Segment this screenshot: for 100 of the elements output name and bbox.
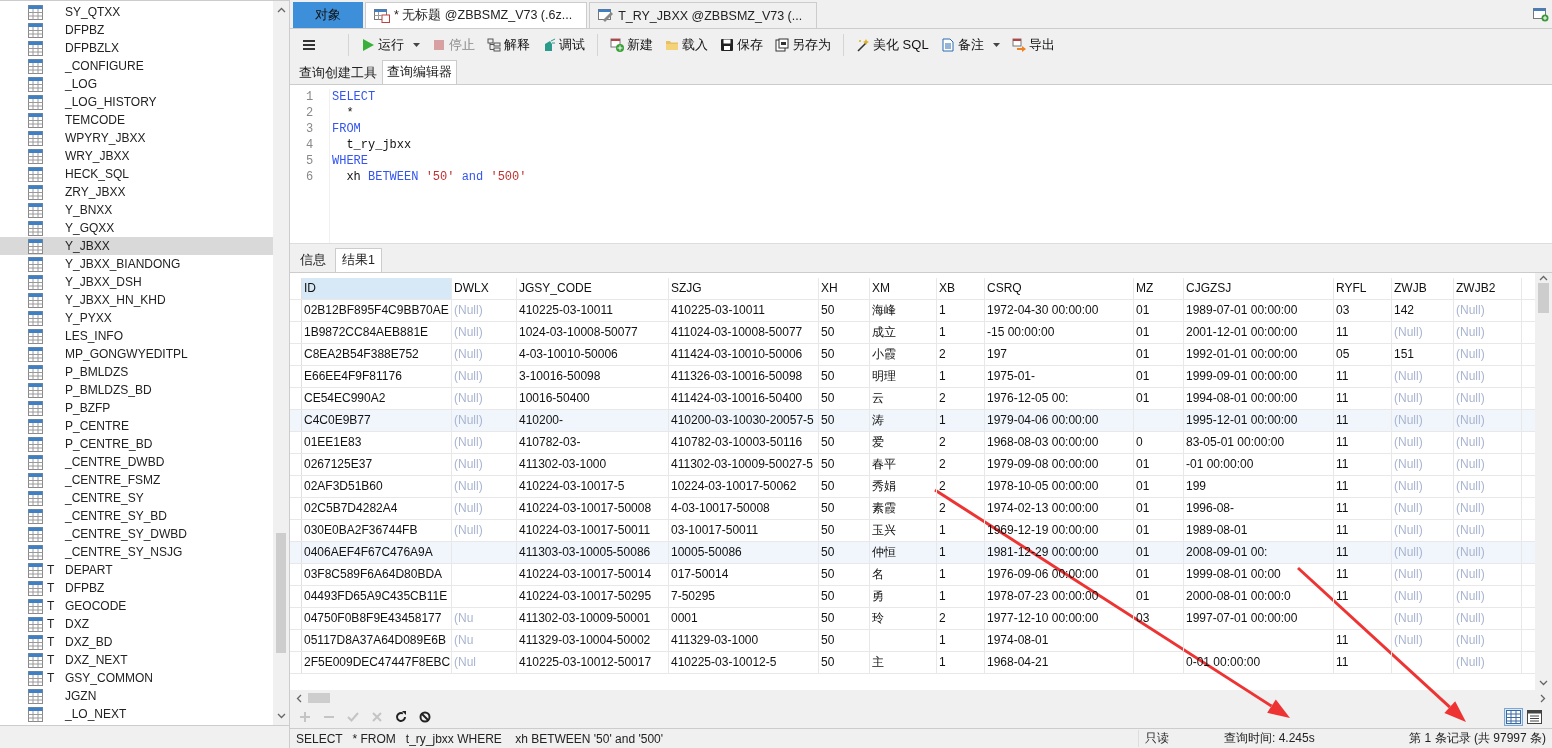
toolbar-button[interactable]: 调试	[540, 34, 587, 56]
table-cell: 11	[1334, 630, 1392, 651]
table-row[interactable]: 04493FD65A9C435CB11E 410224-03-10017-50295 7-50295 50 勇 1 1978-07-23 00:00:00 01 2000-08-01 00:00:0 11 (Null) (Null)	[290, 586, 1535, 608]
table-row[interactable]: 0267125E37 (Null) 411302-03-1000 411302-03-10009-50027-5 50 春平 2 1979-09-08 00:00:00 01 -01 00:00:00 11 (Null) (Null)	[290, 454, 1535, 476]
toolbar-button[interactable]: 美化 SQL	[854, 34, 931, 56]
tree-item[interactable]: P_BMLDZS_BD	[0, 381, 273, 399]
column-header[interactable]: XM	[870, 278, 937, 299]
editor-tab[interactable]: * 无标题 @ZBBSMZ_V73 (.6z...	[365, 2, 588, 28]
tree-item[interactable]: T GSY_COMMON	[0, 669, 273, 687]
table-cell: 1995-12-01 00:00:00	[1184, 410, 1334, 431]
tree-item[interactable]: Y_PYXX	[0, 309, 273, 327]
tree-item[interactable]: Y_BNXX	[0, 201, 273, 219]
table-row[interactable]: C4C0E9B77 (Null) 410200- 410200-03-10030-20057-5 50 涛 1 1979-04-06 00:00:00 1995-12-01 00:00:00 11 (Null) (Null)	[290, 410, 1535, 432]
tree-item[interactable]: _LOG_HISTORY	[0, 93, 273, 111]
column-header[interactable]: ID	[302, 278, 452, 299]
tree-item[interactable]: _CENTRE_SY_NSJG	[0, 543, 273, 561]
tree-item[interactable]: DFPBZ	[0, 21, 273, 39]
column-header[interactable]: CJGZSJ	[1184, 278, 1334, 299]
toolbar-button[interactable]: 导出	[1009, 34, 1057, 56]
tree-item[interactable]: _CENTRE_SY_BD	[0, 507, 273, 525]
editor-tab[interactable]: 对象	[293, 2, 363, 28]
tree-item[interactable]: T DXZ	[0, 615, 273, 633]
toolbar-button[interactable]: 另存为	[773, 34, 833, 56]
table-row[interactable]: 02C5B7D4282A4 (Null) 410224-03-10017-50008 4-03-10017-50008 50 素霞 2 1974-02-13 00:00:00 01 1996-08- 11 (Null) (Null)	[290, 498, 1535, 520]
column-header[interactable]: RYFL	[1334, 278, 1392, 299]
table-icon	[28, 184, 43, 200]
tab[interactable]: 结果1	[335, 248, 382, 272]
column-header[interactable]: JGSY_CODE	[517, 278, 669, 299]
table-row[interactable]: 1B9872CC84AEB881E (Null) 1024-03-10008-50077 411024-03-10008-50077 50 成立 1 -15 00:00:00 01 2001-12-01 00:00:00 11 (Null) (Null)	[290, 322, 1535, 344]
tree-item[interactable]: HECK_SQL	[0, 165, 273, 183]
table-row[interactable]: C8EA2B54F388E752 (Null) 4-03-10010-50006 411424-03-10010-50006 50 小霞 2 197 01 1992-01-01 00:00:00 05 151 (Null)	[290, 344, 1535, 366]
table-row[interactable]: 05117D8A37A64D089E6B (Nu 411329-03-10004-50002 411329-03-1000 50 1 1974-08-01 11 (Null) (Null)	[290, 630, 1535, 652]
tab[interactable]: 查询创建工具	[294, 62, 382, 84]
tree-item[interactable]: _CENTRE_SY_DWBD	[0, 525, 273, 543]
tree-item[interactable]: T DFPBZ	[0, 579, 273, 597]
tree-item[interactable]: T GEOCODE	[0, 597, 273, 615]
table-row[interactable]: 02B12BF895F4C9BB70AE (Null) 410225-03-10011 410225-03-10011 50 海峰 1 1972-04-30 00:00:00 01 1989-07-01 00:00:00 03 142 (Null)	[290, 300, 1535, 322]
tree-item[interactable]: JGZN	[0, 687, 273, 705]
refresh-button[interactable]	[394, 710, 408, 724]
toolbar-button[interactable]: 备注	[938, 34, 1002, 56]
dropdown-caret-icon	[413, 43, 420, 47]
toolbar-button[interactable]: 解释	[485, 34, 532, 56]
toolbar-button[interactable]: 保存	[718, 34, 765, 56]
tree-item[interactable]: T DEPART	[0, 561, 273, 579]
table-row[interactable]: 01EE1E83 (Null) 410782-03- 410782-03-10003-50116 50 爱 2 1968-08-03 00:00:00 0 83-05-01 00:00:00 11 (Null) (Null)	[290, 432, 1535, 454]
tree-item[interactable]: MP_GONGWYEDITPL	[0, 345, 273, 363]
toolbar-button[interactable]: 新建	[608, 34, 655, 56]
scroll-thumb[interactable]	[276, 533, 286, 653]
column-header[interactable]: MZ	[1134, 278, 1184, 299]
tree-item[interactable]: _CENTRE_DWBD	[0, 453, 273, 471]
stop-button[interactable]	[418, 710, 432, 724]
tree-item[interactable]: ZRY_JBXX	[0, 183, 273, 201]
scrollbar[interactable]	[273, 1, 289, 725]
column-header[interactable]: XH	[819, 278, 870, 299]
tab[interactable]: 信息	[293, 248, 333, 272]
code-line: xh BETWEEN '50' and '500'	[345, 169, 527, 185]
table-row[interactable]: 04750F0B8F9E43458177 (Nu 411302-03-10009-50001 0001 50 玲 2 1977-12-10 00:00:00 03 1997-07-01 00:00:00 (Null) (Null)	[290, 608, 1535, 630]
table-cell: (Null)	[452, 388, 517, 409]
tree-item[interactable]: T DXZ_BD	[0, 633, 273, 651]
column-header[interactable]: SZJG	[669, 278, 819, 299]
tree-item[interactable]: _LO_NEXT	[0, 705, 273, 723]
tree-item[interactable]: Y_JBXX_HN_KHD	[0, 291, 273, 309]
tree-item[interactable]: DFPBZLX	[0, 39, 273, 57]
tree-item[interactable]: SY_QTXX	[0, 3, 273, 21]
tree-item[interactable]: Y_JBXX_BIANDONG	[0, 255, 273, 273]
column-header[interactable]: ZWJB2	[1454, 278, 1522, 299]
tree-item[interactable]: P_CENTRE	[0, 417, 273, 435]
grid-view-button[interactable]	[1504, 708, 1523, 726]
tree-item[interactable]: Y_GQXX	[0, 219, 273, 237]
tree-item[interactable]: _CENTRE_SY	[0, 489, 273, 507]
table-row[interactable]: 02AF3D51B60 (Null) 410224-03-10017-5 10224-03-10017-50062 50 秀娟 2 1978-10-05 00:00:00 01 199 11 (Null) (Null)	[290, 476, 1535, 498]
tree-item[interactable]: Y_JBXX	[0, 237, 273, 255]
tree-item[interactable]: _CENTRE_FSMZ	[0, 471, 273, 489]
tree-item[interactable]: P_BMLDZS	[0, 363, 273, 381]
tree-item-label: LES_INFO	[65, 329, 124, 343]
tree-item[interactable]: WPYRY_JBXX	[0, 129, 273, 147]
column-header[interactable]: DWLX	[452, 278, 517, 299]
column-header[interactable]: CSRQ	[985, 278, 1134, 299]
scrollbar[interactable]	[1535, 273, 1552, 690]
tree-item[interactable]: Y_JBXX_DSH	[0, 273, 273, 291]
tree-item[interactable]: _LOG	[0, 75, 273, 93]
table-cell: 50	[819, 476, 870, 497]
tree-item[interactable]: T DXZ_NEXT	[0, 651, 273, 669]
column-header[interactable]: ZWJB	[1392, 278, 1454, 299]
editor-tab[interactable]: T_RY_JBXX @ZBBSMZ_V73 (...	[589, 2, 818, 28]
form-view-button[interactable]	[1525, 708, 1544, 726]
table-cell: 1989-07-01 00:00:00	[1184, 300, 1334, 321]
column-header[interactable]: XB	[937, 278, 985, 299]
tree-item[interactable]: TEMCODE	[0, 111, 273, 129]
tree-item[interactable]: WRY_JBXX	[0, 147, 273, 165]
scroll-thumb[interactable]	[308, 693, 330, 703]
scroll-thumb[interactable]	[1538, 283, 1549, 313]
table-row[interactable]: E66EE4F9F81176 (Null) 3-10016-50098 411326-03-10016-50098 50 明理 1 1975-01- 01 1999-09-01 00:00:00 11 (Null) (Null)	[290, 366, 1535, 388]
tree-item[interactable]: P_BZFP	[0, 399, 273, 417]
tree-item[interactable]: LES_INFO	[0, 327, 273, 345]
toolbar-button[interactable]: 载入	[663, 34, 710, 56]
tree-item[interactable]: P_CENTRE_BD	[0, 435, 273, 453]
tree-item[interactable]: _CONFIGURE	[0, 57, 273, 75]
tab[interactable]: 查询编辑器	[382, 60, 457, 84]
toolbar-button[interactable]: 运行	[359, 34, 422, 56]
